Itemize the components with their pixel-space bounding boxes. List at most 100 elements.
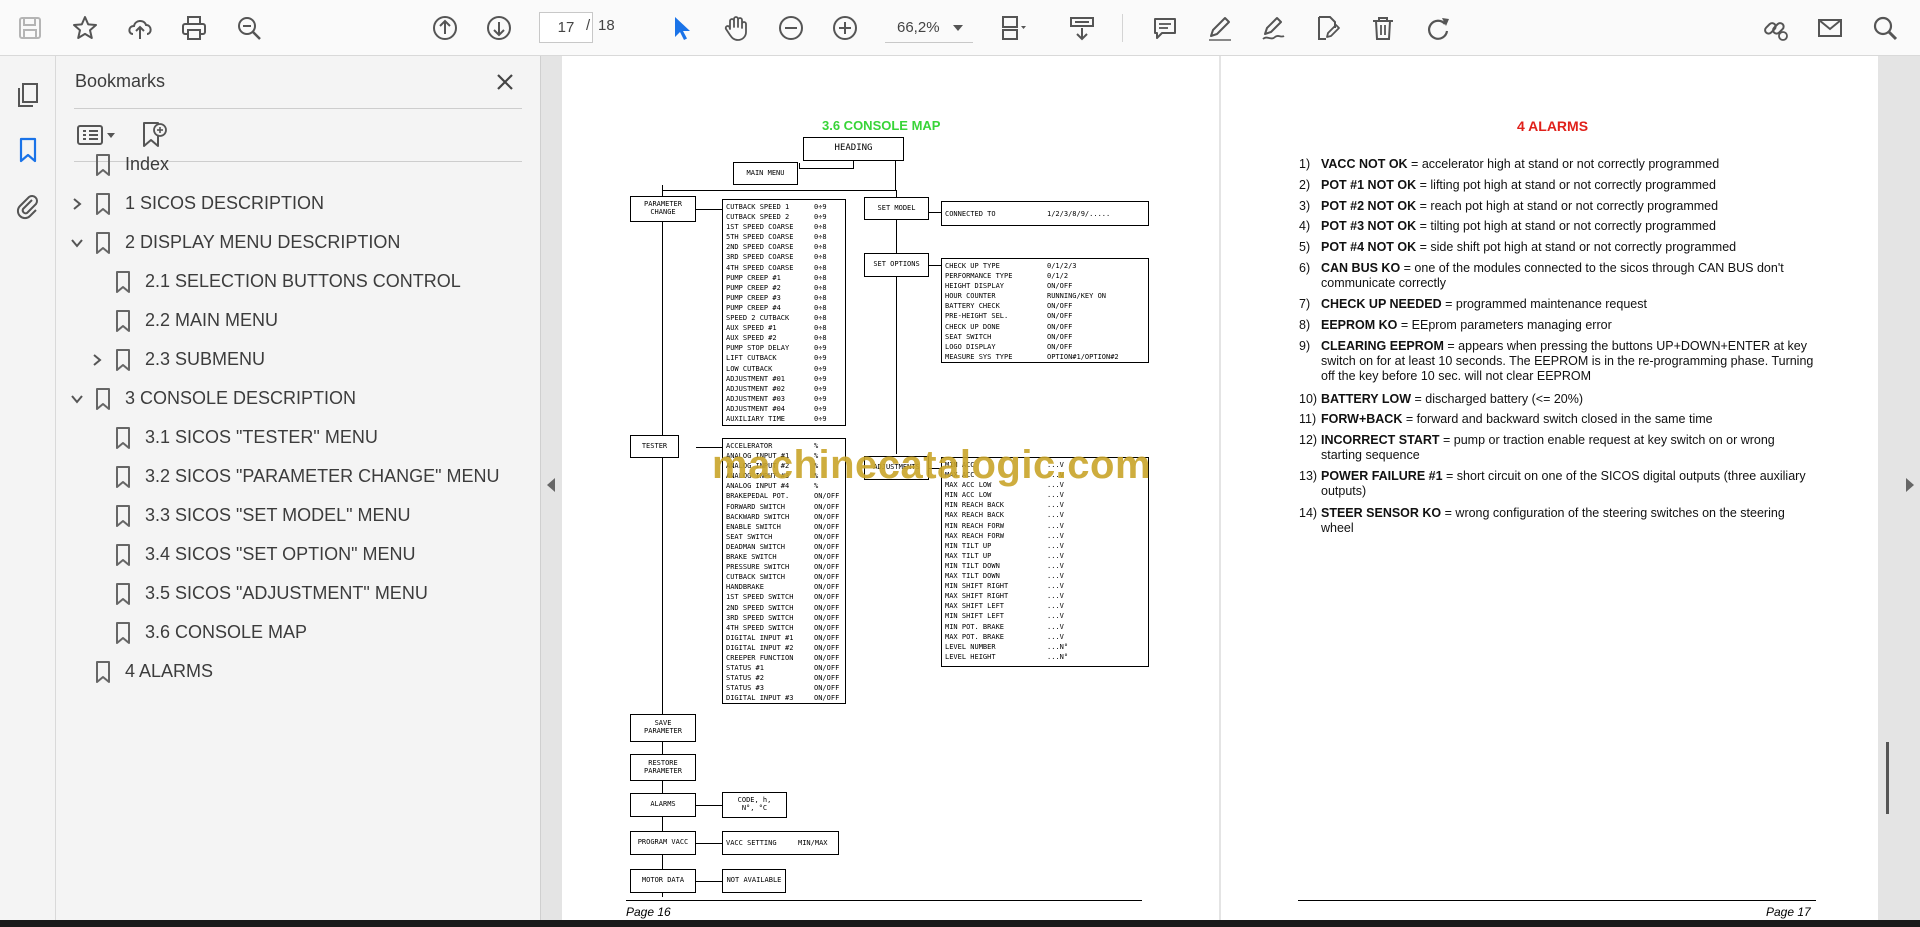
alarm-text: CLEARING EEPROM = appears when pressing … xyxy=(1321,339,1817,384)
page-thumbnails-icon[interactable] xyxy=(9,75,47,113)
zoom-in-icon[interactable] xyxy=(826,9,864,47)
bookmark-item[interactable]: 3 CONSOLE DESCRIPTION xyxy=(56,382,541,416)
menu-entry: MIN ACC LOW ...V xyxy=(945,490,1145,500)
menu-entry: BRAKEPEDAL POT. ON/OFF xyxy=(726,491,842,501)
bookmark-item[interactable]: 4 ALARMS xyxy=(56,655,541,689)
menu-entry-value: 0/1/2/3 xyxy=(1047,262,1077,270)
main-menu-box: MAIN MENU xyxy=(733,162,798,185)
menu-entry: DIGITAL INPUT #2 ON/OFF xyxy=(726,643,842,653)
menu-entry: AUX SPEED #1 0÷8 xyxy=(726,323,842,333)
chevron-down-icon[interactable] xyxy=(69,391,85,407)
menu-entry-value: ON/OFF xyxy=(814,573,840,582)
bookmark-label: 1 SICOS DESCRIPTION xyxy=(125,193,325,213)
comment-icon[interactable] xyxy=(1146,9,1184,47)
bookmark-icon xyxy=(116,271,130,293)
delete-icon[interactable] xyxy=(1364,9,1402,47)
menu-entry-label: HEIGHT DISPLAY xyxy=(945,282,1005,291)
cloud-upload-icon[interactable] xyxy=(121,9,159,47)
menu-entry-label: LOW CUTBACK xyxy=(726,364,773,373)
bookmark-options-button[interactable] xyxy=(74,118,124,152)
menu-entry-value: 0÷8 xyxy=(814,293,827,302)
alarm-code: CLEARING EEPROM xyxy=(1321,339,1444,353)
page-number-input[interactable]: 17 xyxy=(539,12,593,43)
menu-entry-label: 3RD SPEED SWITCH xyxy=(726,613,794,622)
bookmark-item[interactable]: Index xyxy=(56,148,541,182)
zoom-search-icon[interactable] xyxy=(230,9,268,47)
menu-entry-label: LIFT CUTBACK xyxy=(726,354,777,363)
chevron-right-icon[interactable] xyxy=(69,196,85,212)
menu-entry-value: RUNNING/KEY ON xyxy=(1047,292,1107,301)
alarm-code: EEPROM KO xyxy=(1321,318,1398,332)
parameter-list: CUTBACK SPEED 1 0÷9 CUTBACK SPEED 2 0÷9 1ST … xyxy=(722,199,846,426)
stamp-icon[interactable] xyxy=(1308,9,1346,47)
menu-entry-value: 0÷9 xyxy=(814,404,827,413)
share-link-icon[interactable] xyxy=(1756,9,1794,47)
bookmark-item[interactable]: 3.6 CONSOLE MAP xyxy=(56,616,541,650)
bookmark-item[interactable]: 3.2 SICOS "PARAMETER CHANGE" MENU xyxy=(56,460,541,494)
bookmarks-panel-icon[interactable] xyxy=(9,131,47,169)
redo-icon[interactable] xyxy=(1419,9,1457,47)
menu-entry-value: 0÷8 xyxy=(814,314,827,323)
connected-to-box: CONNECTED TO 1/2/3/8/9/..... xyxy=(941,201,1149,226)
star-icon[interactable] xyxy=(66,9,104,47)
alarm-code: STEER SENSOR KO xyxy=(1321,506,1442,520)
hand-tool-icon[interactable] xyxy=(717,9,755,47)
bookmark-item[interactable]: 1 SICOS DESCRIPTION xyxy=(56,187,541,221)
menu-entry-value: ON/OFF xyxy=(814,623,840,632)
menu-entry: 4TH SPEED COARSE 0÷8 xyxy=(726,263,842,273)
scroll-mode-icon[interactable] xyxy=(1063,9,1101,47)
toolbar: 17 / 18 66,2% xyxy=(0,0,1920,56)
page-fit-icon[interactable] xyxy=(994,9,1032,47)
bookmark-label: 3.2 SICOS "PARAMETER CHANGE" MENU xyxy=(145,466,500,486)
search-icon[interactable] xyxy=(1866,9,1904,47)
close-icon[interactable] xyxy=(490,67,520,97)
menu-entry-label: MEASURE SYS TYPE xyxy=(945,352,1013,361)
page-17-heading: 4 ALARMS xyxy=(1517,118,1589,134)
chevron-down-icon[interactable] xyxy=(69,235,85,251)
expand-right-panel-icon[interactable] xyxy=(1906,478,1914,492)
bookmark-item[interactable]: 3.5 SICOS "ADJUSTMENT" MENU xyxy=(56,577,541,611)
menu-entry: LEVEL HEIGHT ...N° xyxy=(945,652,1145,662)
alarm-number: 1) xyxy=(1299,157,1311,171)
email-icon[interactable] xyxy=(1811,9,1849,47)
save-icon[interactable] xyxy=(11,9,49,47)
alarm-item: 10) BATTERY LOW = discharged battery (<= … xyxy=(1299,392,1819,407)
chevron-down-icon[interactable] xyxy=(953,25,963,31)
alarm-code: BATTERY LOW xyxy=(1321,392,1412,406)
menu-entry-label: MAX SHIFT RIGHT xyxy=(945,592,1009,601)
previous-page-icon[interactable] xyxy=(426,9,464,47)
menu-entry-label: MAX TILT UP xyxy=(945,551,992,560)
next-page-icon[interactable] xyxy=(480,9,518,47)
menu-entry-label: 1ST SPEED SWITCH xyxy=(726,593,794,602)
vertical-scrollbar[interactable] xyxy=(1886,742,1889,814)
menu-entry: LOW CUTBACK 0÷9 xyxy=(726,364,842,374)
bookmark-item[interactable]: 2.1 SELECTION BUTTONS CONTROL xyxy=(56,265,541,299)
menu-entry: CHECK UP DONE ON/OFF xyxy=(945,322,1145,332)
bookmark-item[interactable]: 3.4 SICOS "SET OPTION" MENU xyxy=(56,538,541,572)
menu-entry: BATTERY CHECK ON/OFF xyxy=(945,301,1145,311)
menu-entry-label: PRESSURE SWITCH xyxy=(726,563,790,572)
alarm-text: POT #3 NOT OK = tilting pot high at stan… xyxy=(1321,219,1817,234)
add-bookmark-icon[interactable] xyxy=(136,118,170,152)
bookmark-label: 3.5 SICOS "ADJUSTMENT" MENU xyxy=(145,583,428,603)
collapse-left-panel-icon[interactable] xyxy=(547,478,555,492)
bookmark-item[interactable]: 2.3 SUBMENU xyxy=(56,343,541,377)
bookmark-item[interactable]: 3.1 SICOS "TESTER" MENU xyxy=(56,421,541,455)
zoom-out-icon[interactable] xyxy=(772,9,810,47)
menu-entry-label: 1ST SPEED COARSE xyxy=(726,223,794,232)
bookmark-item[interactable]: 2.2 MAIN MENU xyxy=(56,304,541,338)
highlight-pen-icon[interactable] xyxy=(1200,9,1238,47)
select-cursor-icon[interactable] xyxy=(662,9,700,47)
attachments-icon[interactable] xyxy=(9,187,47,225)
chevron-right-icon[interactable] xyxy=(89,352,105,368)
alarm-item: 14) STEER SENSOR KO = wrong configuration… xyxy=(1299,506,1819,536)
menu-entry-label: SEAT SWITCH xyxy=(726,532,773,541)
bookmark-label: 3.6 CONSOLE MAP xyxy=(145,622,308,642)
menu-entry-label: SPEED 2 CUTBACK xyxy=(726,314,790,323)
bookmark-item[interactable]: 3.3 SICOS "SET MODEL" MENU xyxy=(56,499,541,533)
bookmark-item[interactable]: 2 DISPLAY MENU DESCRIPTION xyxy=(56,226,541,260)
heading-box: HEADING xyxy=(803,137,904,161)
draw-pen-icon[interactable] xyxy=(1254,9,1292,47)
print-icon[interactable] xyxy=(175,9,213,47)
menu-entry-label: LEVEL NUMBER xyxy=(945,642,996,651)
